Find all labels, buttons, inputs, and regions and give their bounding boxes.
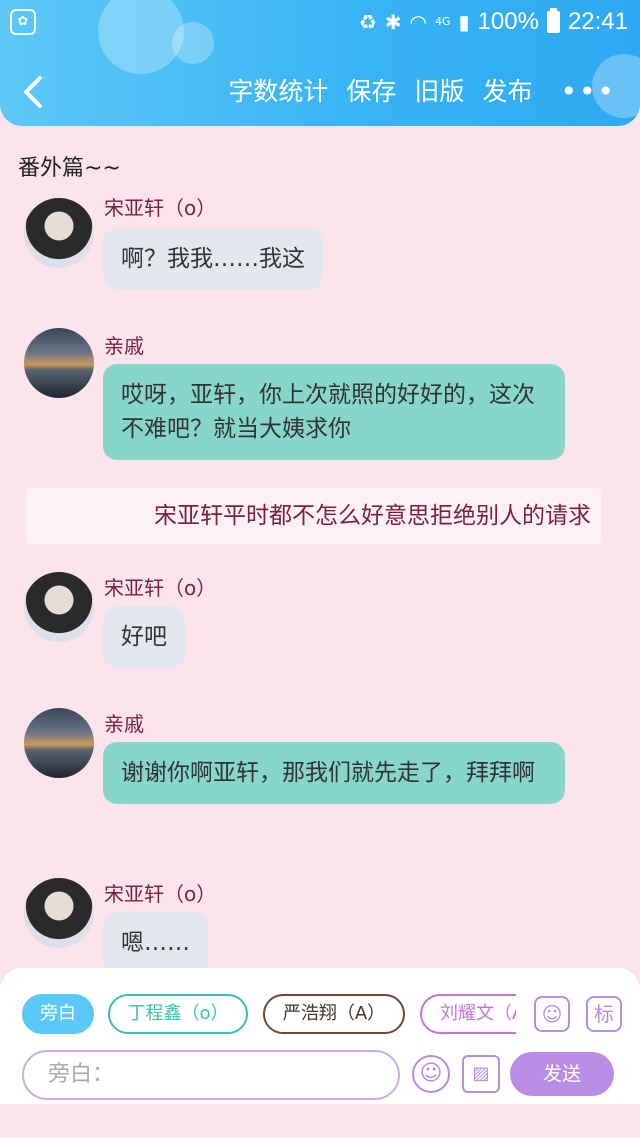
back-chevron-icon[interactable] (18, 72, 58, 112)
wifi-icon: ◠ (409, 10, 427, 34)
network-label: 4G (435, 15, 451, 28)
role-chip-ding[interactable]: 丁程鑫（o） (108, 994, 248, 1034)
word-count-button[interactable]: 字数统计 (228, 74, 328, 110)
header: ✿ ♻ ✱ ◠ 4G ▮ 100% 22:41 字数统计 保存 旧版 发布 ••… (0, 0, 640, 126)
role-chip-yan[interactable]: 严浩翔（A） (263, 994, 405, 1034)
role-chip-liu[interactable]: 刘耀文（A (420, 994, 516, 1034)
person-card-icon[interactable]: ☺ (534, 996, 570, 1032)
battery-percent: 100% (477, 8, 539, 35)
input-panel: 旁白 丁程鑫（o） 严浩翔（A） 刘耀文（A ☺ 标 旁白： ☺ ▨ 发送 (0, 968, 640, 1104)
signal-icon: ▮ (458, 10, 470, 34)
sender-name: 宋亚轩（o） (104, 576, 217, 600)
role-chip-narration[interactable]: 旁白 (22, 994, 94, 1034)
bottom-strip (0, 1104, 640, 1138)
avatar[interactable] (24, 878, 94, 948)
image-icon[interactable]: ▨ (462, 1055, 500, 1093)
save-button[interactable]: 保存 (346, 74, 396, 110)
message-bubble[interactable]: 好吧 (103, 606, 185, 668)
message-bubble[interactable]: 谢谢你啊亚轩，那我们就先走了，拜拜啊 (103, 742, 565, 804)
send-button[interactable]: 发送 (510, 1052, 614, 1096)
publish-button[interactable]: 发布 (482, 74, 532, 110)
avatar[interactable] (24, 708, 94, 778)
bluetooth-icon: ✱ (384, 10, 402, 34)
recycle-icon: ♻ (358, 10, 377, 34)
message-bubble[interactable]: 哎呀，亚轩，你上次就照的好好的，这次不难吧？就当大姨求你 (103, 364, 565, 460)
app-notification-icon: ✿ (10, 9, 36, 35)
tag-button[interactable]: 标 (586, 996, 622, 1032)
message-input[interactable]: 旁白： (22, 1050, 400, 1100)
clock: 22:41 (567, 8, 628, 35)
status-bar: ✿ ♻ ✱ ◠ 4G ▮ 100% 22:41 (0, 0, 640, 44)
nav-actions: 字数统计 保存 旧版 发布 ••• (228, 74, 616, 110)
sender-name: 亲戚 (104, 712, 144, 736)
battery-icon (546, 8, 560, 33)
sender-name: 宋亚轩（o） (104, 196, 217, 220)
message-bubble[interactable]: 嗯…… (103, 912, 208, 968)
old-version-button[interactable]: 旧版 (414, 74, 464, 110)
status-icons: ♻ ✱ ◠ 4G ▮ 100% 22:41 (359, 6, 628, 38)
chapter-title: 番外篇~~ (18, 156, 121, 181)
message-bubble[interactable]: 啊？我我……我这 (103, 228, 323, 290)
nav-bar: 字数统计 保存 旧版 发布 ••• (0, 60, 640, 126)
chat-area[interactable]: 番外篇~~ 宋亚轩（o） 啊？我我……我这 亲戚 哎呀，亚轩，你上次就照的好好的… (0, 126, 640, 968)
avatar[interactable] (24, 572, 94, 642)
avatar[interactable] (24, 328, 94, 398)
more-icon[interactable]: ••• (560, 74, 616, 110)
avatar[interactable] (24, 198, 94, 268)
sender-name: 亲戚 (104, 334, 144, 358)
sender-name: 宋亚轩（o） (104, 882, 217, 906)
smiley-icon[interactable]: ☺ (412, 1055, 450, 1093)
narration-text[interactable]: 宋亚轩平时都不怎么好意思拒绝别人的请求 (26, 488, 601, 544)
